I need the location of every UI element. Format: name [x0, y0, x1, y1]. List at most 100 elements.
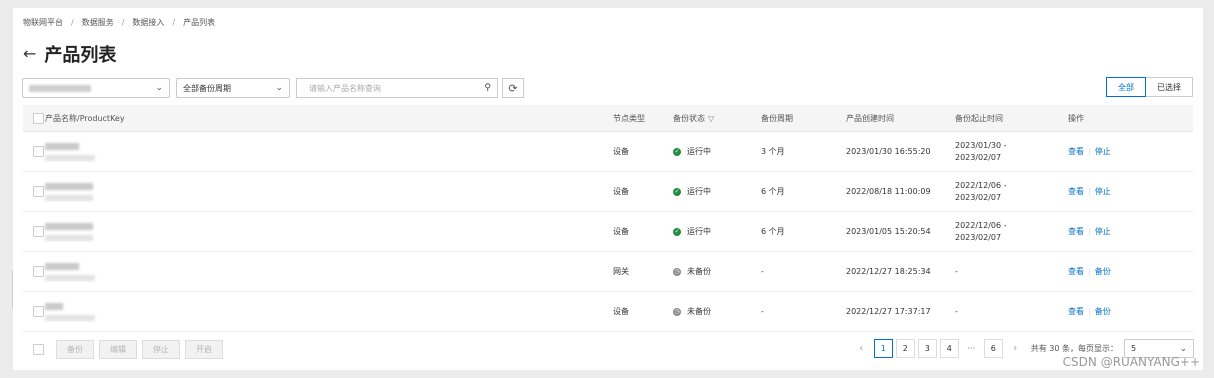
page-4[interactable]: 4	[939, 339, 959, 358]
stop-link[interactable]: 停止	[1095, 187, 1111, 196]
table-row: 设备 ✓ 运行中 6 个月 2023/01/05 15:20:54 2022/12…	[23, 211, 1193, 252]
check-circle-icon: ✓	[673, 147, 681, 156]
table-row: 设备 ✓ 运行中 3 个月 2023/01/30 16:55:20 2023/01…	[23, 131, 1193, 172]
bulk-action-bar: 备份 编辑 停止 开启	[33, 340, 228, 359]
page-2[interactable]: 2	[895, 339, 915, 358]
row-checkbox[interactable]	[33, 146, 44, 157]
view-link[interactable]: 查看	[1068, 307, 1084, 316]
table-row: 设备 ◷ 未备份 - 2022/12/27 17:37:17 - 查看 | 备份	[23, 291, 1193, 332]
col-header-actions: 操作	[1068, 105, 1193, 132]
product-table: 产品名称/ProductKey 节点类型 备份状态 ▽ 备份周期 产品创建时间 备…	[23, 105, 1193, 332]
view-all-button[interactable]: 全部	[1106, 77, 1146, 97]
node-type: 设备	[613, 131, 673, 172]
title-row: ← 产品列表	[23, 41, 116, 67]
node-type: 网关	[613, 251, 673, 292]
backup-status: 未备份	[687, 307, 711, 316]
prev-page-icon[interactable]: ‹	[852, 339, 871, 358]
view-link[interactable]: 查看	[1068, 187, 1084, 196]
backup-cycle: -	[761, 251, 846, 292]
backup-link[interactable]: 备份	[1095, 307, 1111, 316]
node-type: 设备	[613, 211, 673, 252]
total-count: 共有 30 条，每页显示：	[1030, 344, 1118, 353]
backup-range-start: 2022/12/06 -	[955, 181, 1007, 190]
backup-status: 未备份	[687, 267, 711, 276]
col-header-name: 产品名称/ProductKey	[45, 105, 613, 132]
row-checkbox[interactable]	[33, 266, 44, 277]
redacted-product-name	[45, 182, 613, 201]
backup-cycle-select-value: 全部备份周期	[183, 83, 231, 93]
refresh-icon: ⟳	[508, 81, 518, 95]
row-checkbox[interactable]	[33, 306, 44, 317]
chevron-down-icon: ⌄	[1179, 343, 1187, 354]
bulk-stop-button[interactable]: 停止	[142, 340, 180, 359]
table-header: 产品名称/ProductKey 节点类型 备份状态 ▽ 备份周期 产品创建时间 备…	[23, 105, 1193, 132]
redacted-product-name	[45, 262, 613, 281]
col-header-node-type: 节点类型	[613, 105, 673, 132]
backup-cycle: -	[761, 291, 846, 332]
created-time: 2023/01/05 15:20:54	[846, 211, 955, 252]
page-6[interactable]: 6	[983, 339, 1003, 358]
row-checkbox[interactable]	[33, 226, 44, 237]
select-all-checkbox[interactable]	[33, 112, 44, 124]
backup-link[interactable]: 备份	[1095, 267, 1111, 276]
backup-range-end: 2023/02/07	[955, 233, 1002, 242]
backup-cycle: 6 个月	[761, 171, 846, 212]
breadcrumb-item-platform[interactable]: 物联网平台	[23, 18, 63, 27]
breadcrumb-item-data-ingest[interactable]: 数据接入	[132, 18, 164, 27]
col-header-backup-cycle: 备份周期	[761, 105, 846, 132]
backup-status: 运行中	[687, 227, 711, 236]
backup-range-start: 2022/12/06 -	[955, 221, 1007, 230]
view-link[interactable]: 查看	[1068, 147, 1084, 156]
search-input[interactable]	[307, 82, 461, 94]
filter-icon[interactable]: ▽	[708, 114, 714, 123]
page-1[interactable]: 1	[873, 339, 893, 358]
refresh-button[interactable]: ⟳	[502, 78, 524, 98]
filter-toolbar: ⌄ 全部备份周期 ⌄ ⚲ ⟳	[22, 77, 524, 99]
bulk-backup-button[interactable]: 备份	[56, 340, 94, 359]
backup-cycle: 6 个月	[761, 211, 846, 252]
view-toggle: 全部 已选择	[1106, 77, 1193, 97]
view-selected-button[interactable]: 已选择	[1146, 77, 1193, 97]
backup-status: 运行中	[687, 147, 711, 156]
bulk-edit-button[interactable]: 编辑	[99, 340, 137, 359]
stop-link[interactable]: 停止	[1095, 227, 1111, 236]
instance-select[interactable]: ⌄	[22, 78, 170, 98]
backup-cycle: 3 个月	[761, 131, 846, 172]
stop-link[interactable]: 停止	[1095, 147, 1111, 156]
col-header-backup-range: 备份起止时间	[955, 105, 1068, 132]
view-link[interactable]: 查看	[1068, 227, 1084, 236]
check-circle-icon: ✓	[673, 227, 681, 236]
col-header-backup-status: 备份状态	[673, 113, 705, 123]
backup-range-start: -	[955, 307, 958, 316]
clock-icon: ◷	[673, 307, 681, 316]
backup-range-end: 2023/02/07	[955, 193, 1002, 202]
col-header-created: 产品创建时间	[846, 105, 955, 132]
backup-range-end: 2023/02/07	[955, 153, 1002, 162]
created-time: 2022/08/18 11:00:09	[846, 171, 955, 212]
backup-range-start: -	[955, 267, 958, 276]
redacted-product-name	[45, 222, 613, 241]
row-checkbox[interactable]	[33, 186, 44, 197]
breadcrumb-item-data-service[interactable]: 数据服务	[82, 18, 114, 27]
bulk-select-checkbox[interactable]	[33, 344, 44, 355]
redacted-product-name	[45, 142, 613, 161]
bulk-start-button[interactable]: 开启	[185, 340, 223, 359]
page-size-value: 5	[1131, 344, 1137, 353]
created-time: 2022/12/27 17:37:17	[846, 291, 955, 332]
chevron-down-icon: ⌄	[155, 83, 163, 93]
page-3[interactable]: 3	[917, 339, 937, 358]
backup-range-start: 2023/01/30 -	[955, 141, 1007, 150]
node-type: 设备	[613, 171, 673, 212]
table-row: 网关 ◷ 未备份 - 2022/12/27 18:25:34 - 查看 | 备份	[23, 251, 1193, 292]
backup-cycle-select[interactable]: 全部备份周期 ⌄	[176, 78, 290, 98]
page-title: 产品列表	[44, 45, 117, 66]
next-page-icon[interactable]: ›	[1006, 339, 1025, 358]
created-time: 2022/12/27 18:25:34	[846, 251, 955, 292]
watermark: CSDN @RUANYANG++	[1062, 355, 1200, 369]
redacted-value	[29, 84, 91, 92]
search-icon[interactable]: ⚲	[484, 83, 491, 93]
breadcrumb: 物联网平台 / 数据服务 / 数据接入 / 产品列表	[23, 18, 216, 27]
view-link[interactable]: 查看	[1068, 267, 1084, 276]
back-arrow-icon[interactable]: ←	[23, 46, 36, 62]
table-row: 设备 ✓ 运行中 6 个月 2022/08/18 11:00:09 2022/12…	[23, 171, 1193, 212]
